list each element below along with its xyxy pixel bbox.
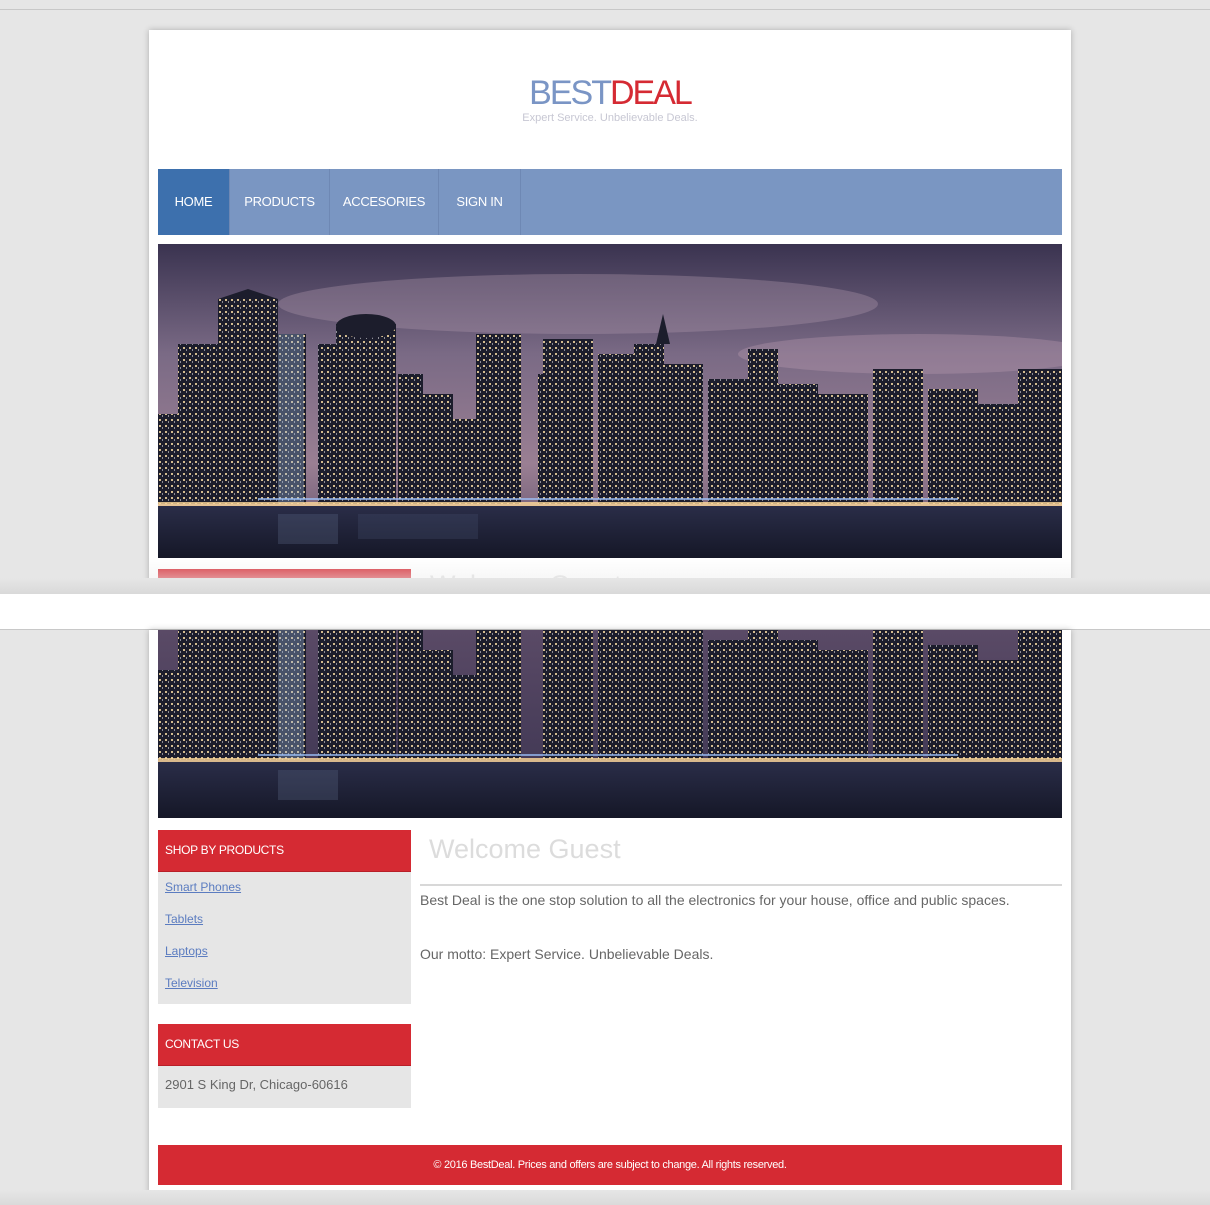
window-top-divider [0,9,1210,10]
product-category-list: Smart Phones Tablets Laptops Television [158,872,411,1004]
nav-item-accessories[interactable]: ACCESORIES [330,169,439,235]
category-link-smart-phones[interactable]: Smart Phones [165,878,404,910]
logo-best: BEST [529,74,612,112]
site-tagline: Expert Service. Unbelievable Deals. [522,112,698,124]
panel-separator [0,594,1210,629]
hero-banner-image [158,244,1062,558]
hero-banner-image-lower [158,630,1062,818]
category-link-laptops[interactable]: Laptops [165,942,404,974]
site-logo[interactable]: BESTDEAL [149,74,1071,112]
panel-separator-shadow [0,578,1210,594]
contact-us-header: CONTACT US [158,1024,411,1066]
main-content: Welcome Guest Best Deal is the one stop … [420,830,1062,962]
nav-item-sign-in[interactable]: SIGN IN [439,169,521,235]
main-nav: HOME PRODUCTS ACCESORIES SIGN IN [158,169,1062,235]
contact-address: 2901 S King Dr, Chicago-60616 [158,1066,411,1108]
footer: © 2016 BestDeal. Prices and offers are s… [158,1145,1062,1185]
page-view-top: BESTDEAL Expert Service. Unbelievable De… [149,30,1071,594]
welcome-heading: Welcome Guest [420,830,1062,886]
category-link-tablets[interactable]: Tablets [165,910,404,942]
category-link-television[interactable]: Television [165,974,404,1006]
sidebar: SHOP BY PRODUCTS Smart Phones Tablets La… [158,830,411,1108]
page-view-bottom: SHOP BY PRODUCTS Smart Phones Tablets La… [149,630,1071,1194]
intro-text: Best Deal is the one stop solution to al… [420,892,1010,908]
logo-deal: DEAL [609,74,693,112]
motto-text: Our motto: Expert Service. Unbelievable … [420,946,714,962]
nav-item-products[interactable]: PRODUCTS [230,169,330,235]
nav-item-home[interactable]: HOME [158,169,230,235]
bottom-shadow [0,1190,1210,1205]
shop-by-products-header: SHOP BY PRODUCTS [158,830,411,872]
